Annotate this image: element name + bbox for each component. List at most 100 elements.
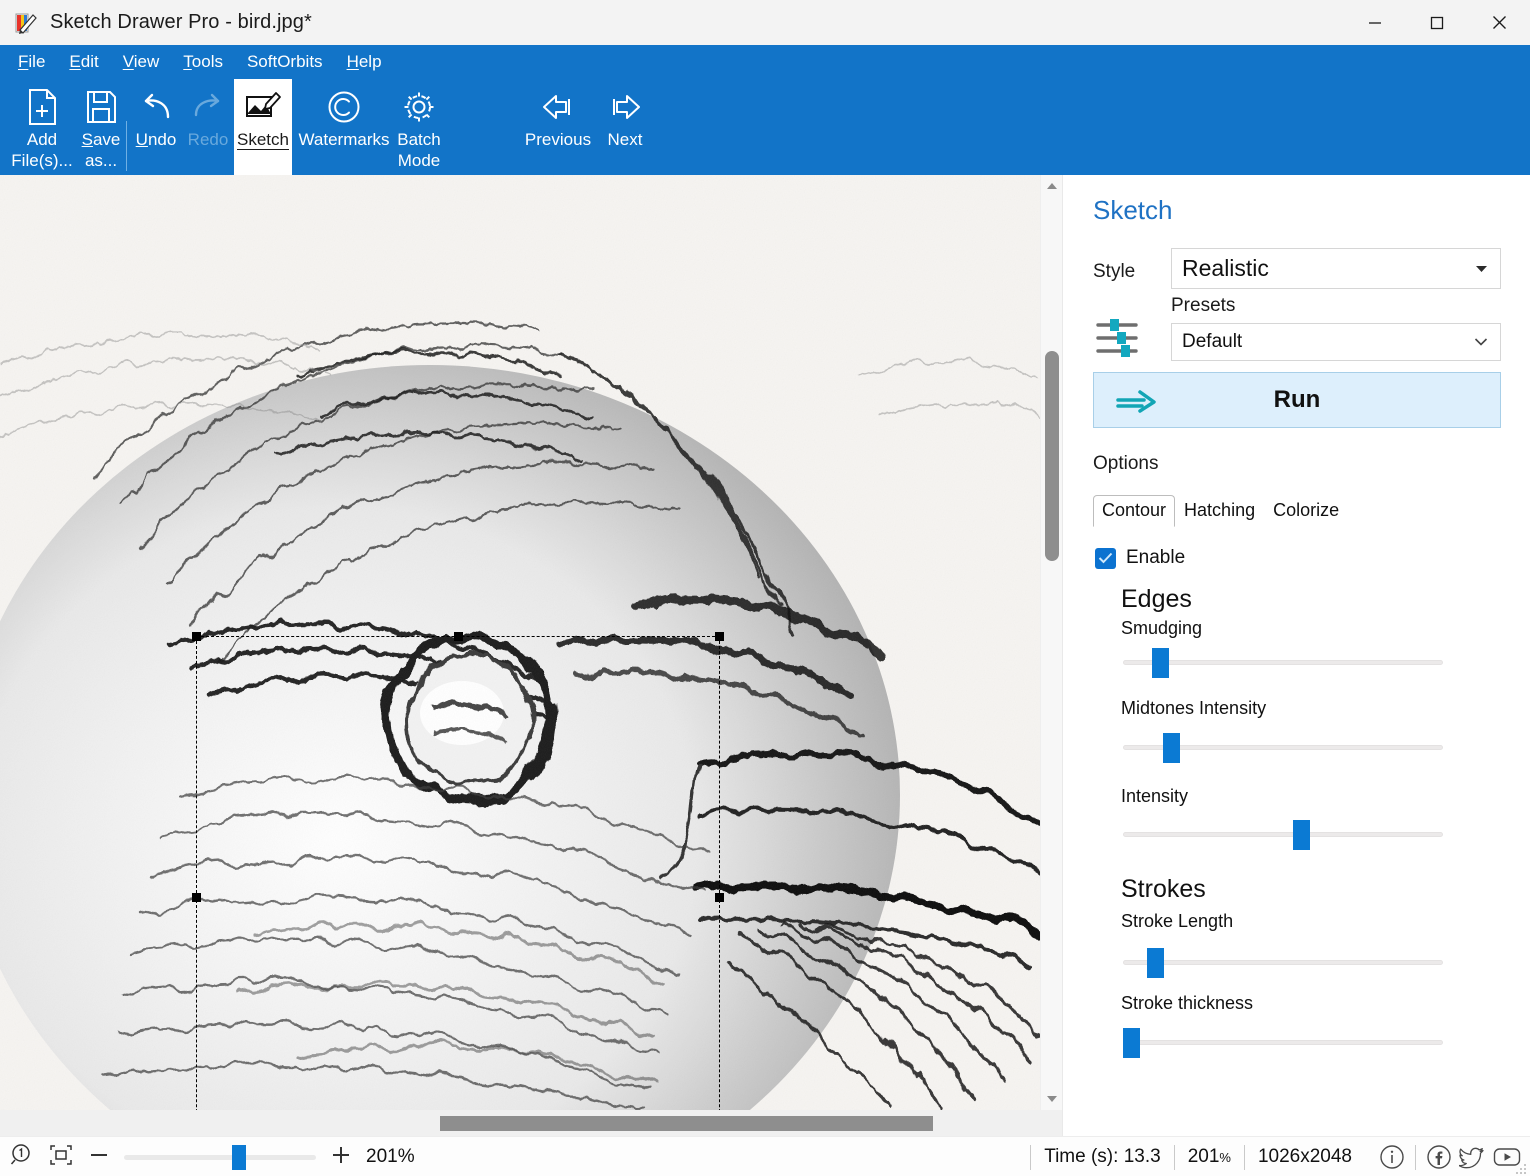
status-bar: 201% Time (s): 13.3 201% 1026x2048 <box>0 1136 1530 1176</box>
menu-view[interactable]: View <box>123 50 174 74</box>
chevron-down-icon <box>1475 263 1488 275</box>
presets-select[interactable]: Default <box>1171 323 1501 361</box>
gear-icon <box>400 85 438 129</box>
menu-file[interactable]: File <box>18 50 59 74</box>
sketch-picture-pencil-icon <box>244 85 282 129</box>
toolbar-next[interactable]: Next <box>594 79 656 175</box>
scroll-down-arrow-icon[interactable] <box>1041 1088 1063 1110</box>
slider-stroke-length[interactable] <box>1123 948 1443 978</box>
enable-checkbox-row[interactable]: Enable <box>1095 547 1185 569</box>
toolbar-undo[interactable]: Undo <box>130 79 182 175</box>
zoom-slider[interactable] <box>124 1142 316 1172</box>
toolbar-save-as-label: Save <box>82 130 121 150</box>
copyright-icon <box>325 85 363 129</box>
scroll-up-arrow-icon[interactable] <box>1041 175 1063 197</box>
info-icon[interactable] <box>1377 1142 1407 1172</box>
slider-label-stroke-length: Stroke Length <box>1121 911 1233 932</box>
tab-hatching[interactable]: Hatching <box>1175 495 1264 527</box>
slider-smudging-track[interactable] <box>1123 660 1443 665</box>
window-title: Sketch Drawer Pro - bird.jpg* <box>50 11 312 34</box>
toolbar-next-label: Next <box>608 130 643 150</box>
zoom-slider-thumb[interactable] <box>232 1145 246 1170</box>
toolbar-sketch-label: Sketch <box>237 130 289 150</box>
floppy-disk-icon <box>84 85 118 129</box>
enable-label: Enable <box>1126 547 1185 569</box>
time-status: Time (s): 13.3 <box>1030 1145 1174 1170</box>
tab-contour[interactable]: Contour <box>1093 495 1175 527</box>
vertical-scroll-thumb[interactable] <box>1045 351 1059 561</box>
slider-label-intensity: Intensity <box>1121 786 1188 807</box>
social-icons <box>1365 1142 1522 1172</box>
toolbar-sketch[interactable]: Sketch <box>234 79 292 175</box>
slider-intensity-thumb[interactable] <box>1293 820 1310 850</box>
window-resize-grip[interactable] <box>1515 1162 1527 1174</box>
toolbar: Add File(s)... Save as... <box>0 79 1530 175</box>
slider-stroke-thickness[interactable] <box>1123 1028 1443 1058</box>
selection-handle-e[interactable] <box>715 893 724 902</box>
toolbar-redo[interactable]: Redo <box>182 79 234 175</box>
toolbar-watermarks[interactable]: Watermarks <box>292 79 396 175</box>
twitter-icon[interactable] <box>1458 1142 1488 1172</box>
toolbar-add-files-label2: File(s)... <box>11 151 72 171</box>
slider-intensity[interactable] <box>1123 820 1443 850</box>
close-button[interactable] <box>1468 0 1530 45</box>
slider-stroke-thickness-thumb[interactable] <box>1123 1028 1140 1058</box>
slider-midtones-intensity[interactable] <box>1123 733 1443 763</box>
scale-unit: % <box>1219 1150 1231 1165</box>
slider-smudging-thumb[interactable] <box>1152 648 1169 678</box>
scale-status: 201% <box>1174 1145 1244 1170</box>
slider-midtones-thumb[interactable] <box>1163 733 1180 763</box>
enable-checkbox[interactable] <box>1095 548 1116 569</box>
style-label: Style <box>1093 261 1135 283</box>
toolbar-batch-mode[interactable]: Batch Mode <box>396 79 442 175</box>
fit-to-screen-icon[interactable] <box>48 1143 74 1172</box>
run-button-label: Run <box>1274 386 1321 414</box>
file-plus-icon <box>25 85 59 129</box>
selection-handle-w[interactable] <box>192 893 201 902</box>
selection-handle-ne[interactable] <box>715 632 724 641</box>
window-controls <box>1344 0 1530 45</box>
selection-handle-nw[interactable] <box>192 632 201 641</box>
maximize-button[interactable] <box>1406 0 1468 45</box>
zoom-slider-track[interactable] <box>124 1155 316 1160</box>
tab-colorize[interactable]: Colorize <box>1264 495 1348 527</box>
style-select[interactable]: Realistic <box>1171 248 1501 289</box>
menu-tools[interactable]: Tools <box>183 50 237 74</box>
toolbar-previous[interactable]: Previous <box>522 79 594 175</box>
horizontal-scroll-thumb[interactable] <box>440 1116 933 1131</box>
toolbar-add-files[interactable]: Add File(s)... <box>6 79 78 175</box>
menu-softorbits[interactable]: SoftOrbits <box>247 50 337 74</box>
slider-smudging[interactable] <box>1123 648 1443 678</box>
toolbar-watermarks-label: Watermarks <box>299 130 390 150</box>
section-heading-edges: Edges <box>1121 585 1192 614</box>
dimensions-status: 1026x2048 <box>1244 1145 1365 1170</box>
canvas-horizontal-scrollbar[interactable] <box>0 1110 1062 1136</box>
run-button[interactable]: Run <box>1093 372 1501 428</box>
slider-label-stroke-thickness: Stroke thickness <box>1121 993 1253 1014</box>
facebook-icon[interactable] <box>1424 1142 1454 1172</box>
toolbar-save-as[interactable]: Save as... <box>72 79 130 175</box>
toolbar-divider-1 <box>126 121 127 171</box>
slider-stroke-thickness-track[interactable] <box>1123 1040 1443 1045</box>
slider-stroke-length-thumb[interactable] <box>1147 948 1164 978</box>
presets-sliders-icon <box>1093 315 1141 361</box>
selection-handle-n[interactable] <box>454 632 463 641</box>
menu-edit[interactable]: Edit <box>69 50 112 74</box>
slider-stroke-length-track[interactable] <box>1123 960 1443 965</box>
zoom-out-button[interactable] <box>88 1144 110 1171</box>
presets-select-value: Default <box>1172 331 1242 353</box>
menu-help[interactable]: Help <box>347 50 396 74</box>
undo-arrow-icon <box>136 85 176 129</box>
app-logo-icon <box>14 11 38 35</box>
image-canvas[interactable] <box>0 175 1040 1110</box>
options-label: Options <box>1093 453 1158 475</box>
zoom-in-button[interactable] <box>330 1144 352 1171</box>
slider-intensity-track[interactable] <box>1123 832 1443 837</box>
selection-rectangle[interactable] <box>196 636 720 1110</box>
status-divider <box>1415 1145 1416 1170</box>
title-bar: Sketch Drawer Pro - bird.jpg* <box>0 0 1530 46</box>
minimize-button[interactable] <box>1344 0 1406 45</box>
canvas-vertical-scrollbar[interactable] <box>1040 175 1063 1110</box>
magnifier-one-to-one-icon[interactable] <box>10 1143 34 1172</box>
presets-chevron-down-icon <box>1474 336 1488 348</box>
